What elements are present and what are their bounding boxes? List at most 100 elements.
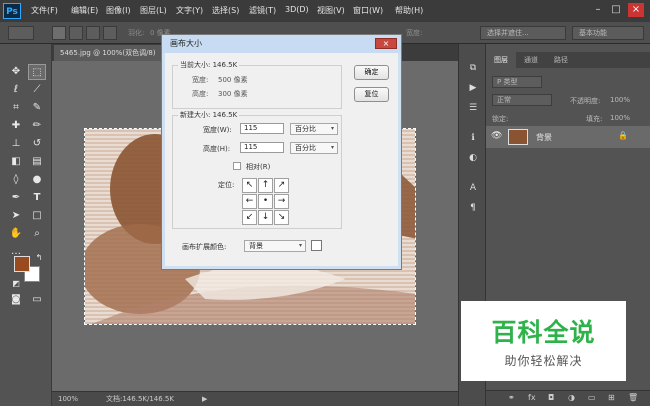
layer-style-icon[interactable]: fx <box>528 393 536 402</box>
eyedropper-tool-icon[interactable]: ✎ <box>28 100 46 116</box>
select-and-mask-button[interactable]: 选择并遮住... <box>480 26 566 40</box>
fill-value[interactable]: 100% <box>610 114 630 122</box>
canvas-extension-color-select[interactable]: 背景 ▾ <box>244 240 306 252</box>
foreground-color-swatch-top[interactable] <box>14 256 30 272</box>
paragraph-panel-icon[interactable]: ¶ <box>467 202 479 214</box>
relative-checkbox[interactable] <box>233 162 241 170</box>
lasso-tool-icon[interactable]: ℓ <box>7 82 25 98</box>
menu-type[interactable]: 文字(Y) <box>176 5 203 16</box>
anchor-bottom-left-icon[interactable]: ↙ <box>242 210 257 225</box>
layer-name[interactable]: 背景 <box>536 132 552 143</box>
anchor-top-icon[interactable]: ↑ <box>258 178 273 193</box>
info-panel-icon[interactable]: ℹ <box>467 132 479 144</box>
blur-tool-icon[interactable]: ◊ <box>7 172 25 188</box>
quick-mask-icon[interactable]: ◙ <box>7 292 25 308</box>
history-brush-tool-icon[interactable]: ↺ <box>28 136 46 152</box>
tab-channels[interactable]: 通道 <box>516 52 546 68</box>
canvas-size-dialog: 画布大小 × 当前大小: 146.5K 宽度: 500 像素 高度: 300 像… <box>161 34 402 270</box>
menu-filter[interactable]: 滤镜(T) <box>249 5 276 16</box>
screen-mode-icon[interactable]: ▭ <box>28 292 46 308</box>
intersect-selection-icon[interactable] <box>103 26 117 40</box>
new-size-label: 新建大小: 146.5K <box>178 110 240 120</box>
opacity-value[interactable]: 100% <box>610 96 630 104</box>
new-width-input[interactable]: 115 <box>240 123 284 134</box>
tab-paths[interactable]: 路径 <box>546 52 576 68</box>
layer-row-background[interactable]: 👁 背景 🔒 <box>486 126 650 148</box>
eye-visibility-icon[interactable]: 👁 <box>491 131 502 141</box>
default-colors-icon[interactable]: ◩ <box>7 276 25 292</box>
menu-edit[interactable]: 编辑(E) <box>71 5 98 16</box>
layers-panel-footer: ⚭ fx ◘ ◑ ▭ ⊞ 🗑 <box>486 390 650 406</box>
history-panel-icon[interactable]: ⧉ <box>467 62 479 74</box>
extension-color-swatch[interactable] <box>311 240 322 251</box>
add-selection-icon[interactable] <box>69 26 83 40</box>
status-arrow-icon[interactable]: ▶ <box>202 392 207 406</box>
layer-filter-select[interactable]: P 类型 <box>492 76 542 88</box>
menu-help[interactable]: 帮助(H) <box>395 5 423 16</box>
path-select-tool-icon[interactable]: ➤ <box>7 208 25 224</box>
anchor-right-icon[interactable]: → <box>274 194 289 209</box>
zoom-level[interactable]: 100% <box>58 392 78 406</box>
properties-panel-icon[interactable]: ☰ <box>467 102 479 114</box>
crop-tool-icon[interactable]: ⌗ <box>7 100 25 116</box>
move-tool-icon[interactable]: ✥ <box>7 64 25 80</box>
dodge-tool-icon[interactable]: ● <box>28 172 46 188</box>
feather-label: 羽化: <box>128 29 145 37</box>
healing-brush-tool-icon[interactable]: ✚ <box>7 118 25 134</box>
new-height-input[interactable]: 115 <box>240 142 284 153</box>
trash-icon[interactable]: 🗑 <box>628 393 638 402</box>
new-selection-icon[interactable] <box>52 26 66 40</box>
anchor-top-left-icon[interactable]: ↖ <box>242 178 257 193</box>
tab-layers[interactable]: 图层 <box>486 52 516 68</box>
hand-tool-icon[interactable]: ✋ <box>7 226 25 242</box>
reset-button[interactable]: 复位 <box>354 87 389 102</box>
minimize-button[interactable]: – <box>590 3 606 17</box>
adjustment-layer-icon[interactable]: ◑ <box>568 393 575 402</box>
current-width-value: 500 像素 <box>218 76 248 84</box>
menu-window[interactable]: 窗口(W) <box>353 5 383 16</box>
link-layers-icon[interactable]: ⚭ <box>508 393 515 402</box>
close-window-button[interactable]: × <box>628 3 644 17</box>
menu-select[interactable]: 选择(S) <box>212 5 239 16</box>
subtract-selection-icon[interactable] <box>86 26 100 40</box>
lock-icon: 🔒 <box>618 131 628 140</box>
menu-file[interactable]: 文件(F) <box>31 5 58 16</box>
anchor-top-right-icon[interactable]: ↗ <box>274 178 289 193</box>
ok-button[interactable]: 确定 <box>354 65 389 80</box>
panel-tabs: 图层 通道 路径 <box>486 52 650 68</box>
anchor-bottom-right-icon[interactable]: ↘ <box>274 210 289 225</box>
anchor-bottom-icon[interactable]: ↓ <box>258 210 273 225</box>
group-folder-icon[interactable]: ▭ <box>588 393 596 402</box>
workspace-select[interactable]: 基本功能 <box>572 26 644 40</box>
add-mask-icon[interactable]: ◘ <box>548 393 554 402</box>
menu-bar: Ps 文件(F) 编辑(E) 图像(I) 图层(L) 文字(Y) 选择(S) 滤… <box>0 0 650 22</box>
gradient-tool-icon[interactable]: ▤ <box>28 154 46 170</box>
actions-play-icon[interactable]: ▶ <box>467 82 479 94</box>
type-tool-icon[interactable]: T <box>28 190 46 206</box>
pen-tool-icon[interactable]: ✒ <box>7 190 25 206</box>
clone-stamp-tool-icon[interactable]: ⊥ <box>7 136 25 152</box>
document-tab[interactable]: 5465.jpg @ 100%(双色调/8) <box>54 45 174 61</box>
height-unit-select[interactable]: 百分比 ▾ <box>290 142 338 154</box>
brush-tool-icon[interactable]: ✏ <box>28 118 46 134</box>
width-unit-select[interactable]: 百分比 ▾ <box>290 123 338 135</box>
new-layer-icon[interactable]: ⊞ <box>608 393 615 402</box>
character-panel-icon[interactable]: A <box>467 182 479 194</box>
zoom-tool-icon[interactable]: ⌕ <box>28 226 46 242</box>
swap-colors-icon[interactable]: ↰ <box>30 250 48 266</box>
blend-mode-select[interactable]: 正常 <box>492 94 552 106</box>
eraser-tool-icon[interactable]: ◧ <box>7 154 25 170</box>
quick-select-tool-icon[interactable]: ⟋ <box>28 82 46 98</box>
marquee-tool-icon[interactable]: ⬚ <box>28 64 46 80</box>
menu-view[interactable]: 视图(V) <box>317 5 345 16</box>
anchor-center-icon[interactable]: • <box>258 194 273 209</box>
menu-3d[interactable]: 3D(D) <box>285 5 309 14</box>
menu-layer[interactable]: 图层(L) <box>140 5 167 16</box>
rectangle-tool-icon[interactable]: □ <box>28 208 46 224</box>
marquee-preset-picker[interactable] <box>8 26 34 40</box>
adjustments-panel-icon[interactable]: ◐ <box>467 152 479 164</box>
anchor-left-icon[interactable]: ← <box>242 194 257 209</box>
restore-button[interactable]: □ <box>608 3 624 17</box>
dialog-close-button[interactable]: × <box>375 38 397 49</box>
menu-image[interactable]: 图像(I) <box>106 5 131 16</box>
